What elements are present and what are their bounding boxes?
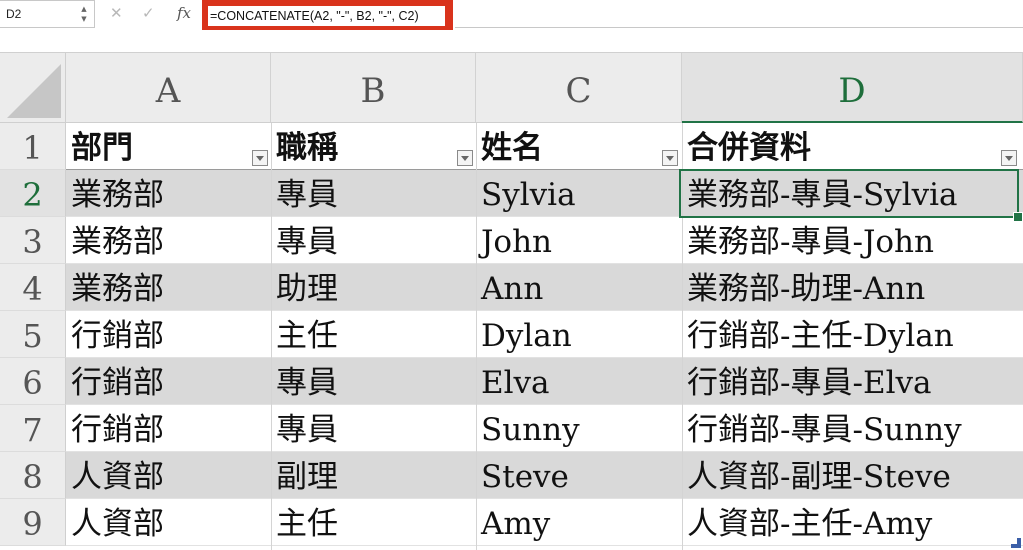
- table-cell[interactable]: Ann: [476, 264, 682, 311]
- header-cell-name[interactable]: 姓名: [476, 123, 656, 170]
- filter-dropdown-icon[interactable]: [252, 150, 268, 166]
- enter-icon[interactable]: ✓: [142, 4, 155, 22]
- table-cell[interactable]: Amy: [476, 499, 682, 546]
- formula-input[interactable]: =CONCATENATE(A2, "-", B2, "-", C2): [208, 6, 445, 26]
- filter-dropdown-icon[interactable]: [1001, 150, 1017, 166]
- row-header-9[interactable]: 9: [0, 499, 66, 546]
- table-resize-handle-icon[interactable]: [1011, 538, 1021, 548]
- row-header-3[interactable]: 3: [0, 217, 66, 264]
- table-cell[interactable]: Sylvia: [476, 170, 682, 217]
- spreadsheet-grid: A B C D 1 2 3 4 5 6 7 8 9 部門 職稱 姓名 合併資料 …: [0, 53, 1023, 550]
- column-header-a[interactable]: A: [66, 53, 271, 123]
- table-cell[interactable]: 專員: [271, 170, 476, 217]
- table-cell[interactable]: 專員: [271, 405, 476, 452]
- table-cell[interactable]: 副理: [271, 452, 476, 499]
- table-cell[interactable]: 業務部-助理-Ann: [682, 264, 1023, 311]
- table-cell[interactable]: Sunny: [476, 405, 682, 452]
- name-box[interactable]: D2 ▲ ▼: [0, 0, 95, 28]
- table-cell[interactable]: 人資部-副理-Steve: [682, 452, 1023, 499]
- fill-handle[interactable]: [1013, 212, 1023, 222]
- row-header-5[interactable]: 5: [0, 311, 66, 358]
- row-header-7[interactable]: 7: [0, 405, 66, 452]
- select-all-corner[interactable]: [0, 53, 66, 123]
- name-box-value: D2: [6, 7, 22, 21]
- table-cell[interactable]: 行銷部: [66, 358, 271, 405]
- name-box-stepper[interactable]: ▲ ▼: [78, 4, 90, 26]
- select-all-triangle-icon: [7, 64, 61, 118]
- table-cell[interactable]: John: [476, 217, 682, 264]
- table-cell[interactable]: 人資部: [66, 452, 271, 499]
- table-cell[interactable]: 行銷部: [66, 405, 271, 452]
- table-cell[interactable]: 主任: [271, 499, 476, 546]
- chevron-down-icon[interactable]: ▼: [78, 14, 90, 24]
- row-header-1[interactable]: 1: [0, 123, 66, 170]
- table-cell[interactable]: 專員: [271, 217, 476, 264]
- formula-bar: D2 ▲ ▼ ✕ ✓ fx =CONCATENATE(A2, "-", B2, …: [0, 0, 1023, 32]
- table-cell[interactable]: 行銷部-專員-Sunny: [682, 405, 1023, 452]
- row-header-4[interactable]: 4: [0, 264, 66, 311]
- table-cell[interactable]: 業務部: [66, 217, 271, 264]
- ribbon-gap: [0, 30, 1023, 53]
- table-cell[interactable]: Steve: [476, 452, 682, 499]
- table-cell[interactable]: 業務部-專員-John: [682, 217, 1023, 264]
- column-header-d[interactable]: D: [682, 53, 1023, 123]
- row-header-2[interactable]: 2: [0, 170, 66, 217]
- table-cell[interactable]: 業務部: [66, 170, 271, 217]
- column-header-c[interactable]: C: [476, 53, 682, 123]
- chevron-up-icon[interactable]: ▲: [78, 4, 90, 14]
- table-cell-selected[interactable]: 業務部-專員-Sylvia: [682, 170, 1023, 217]
- column-header-b[interactable]: B: [271, 53, 476, 123]
- table-cell[interactable]: Dylan: [476, 311, 682, 358]
- cancel-icon[interactable]: ✕: [110, 4, 123, 22]
- table-cell[interactable]: 行銷部-專員-Elva: [682, 358, 1023, 405]
- row-header-6[interactable]: 6: [0, 358, 66, 405]
- table-cell[interactable]: 人資部: [66, 499, 271, 546]
- table-cell[interactable]: 業務部: [66, 264, 271, 311]
- table-cell[interactable]: 助理: [271, 264, 476, 311]
- filter-dropdown-icon[interactable]: [457, 150, 473, 166]
- row-header-8[interactable]: 8: [0, 452, 66, 499]
- table-cell[interactable]: 專員: [271, 358, 476, 405]
- table-cell[interactable]: 主任: [271, 311, 476, 358]
- filter-dropdown-icon[interactable]: [662, 150, 678, 166]
- formula-input-extension[interactable]: [455, 0, 1023, 28]
- table-cell[interactable]: 行銷部-主任-Dylan: [682, 311, 1023, 358]
- header-cell-department[interactable]: 部門: [66, 123, 246, 170]
- insert-function-icon[interactable]: fx: [177, 4, 191, 22]
- header-cell-title[interactable]: 職稱: [271, 123, 451, 170]
- table-cell[interactable]: 人資部-主任-Amy: [682, 499, 1023, 546]
- table-cell[interactable]: Elva: [476, 358, 682, 405]
- header-cell-merged[interactable]: 合併資料: [682, 123, 992, 170]
- table-cell[interactable]: 行銷部: [66, 311, 271, 358]
